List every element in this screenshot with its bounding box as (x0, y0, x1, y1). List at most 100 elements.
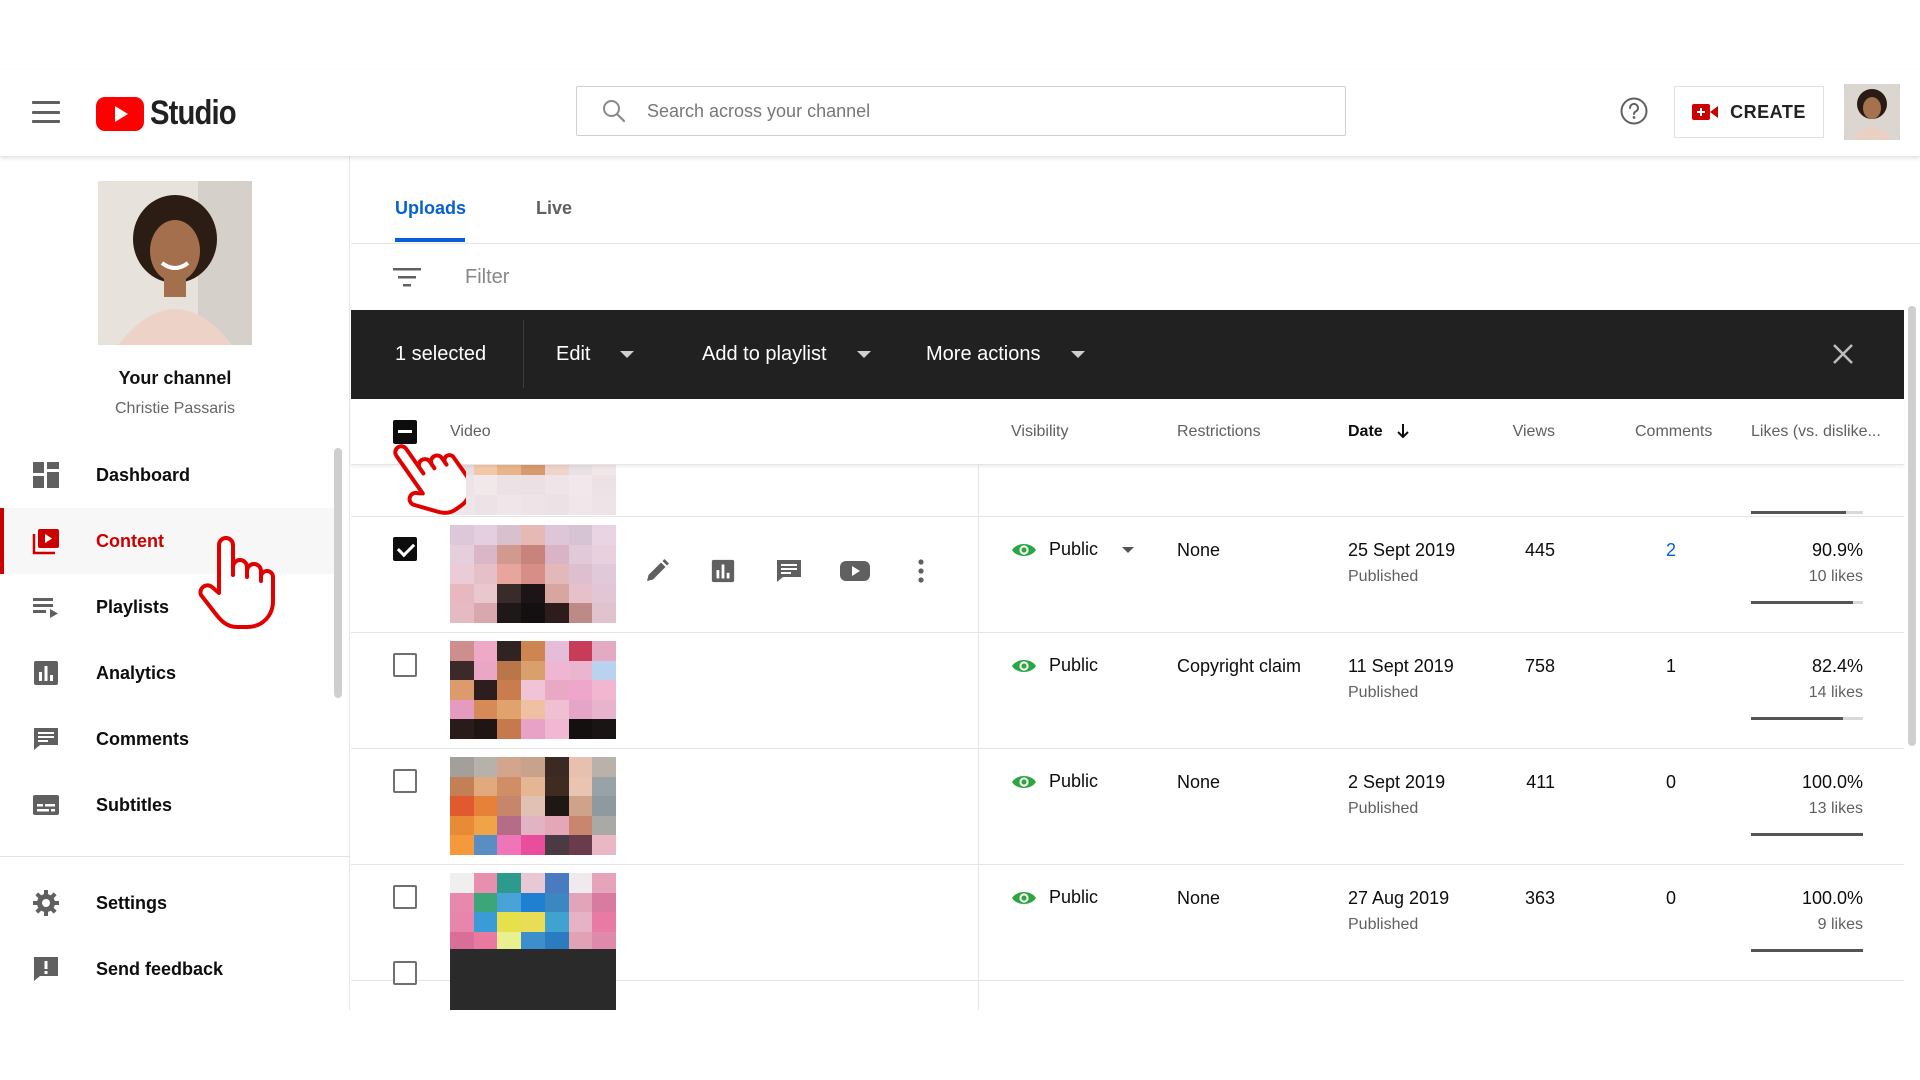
thumbnail-pixel (473, 680, 498, 700)
caret-down-icon (1070, 350, 1085, 358)
row-checkbox[interactable] (393, 769, 417, 793)
thumbnail-pixel (521, 835, 545, 855)
thumbnail-pixel (568, 660, 593, 681)
sidebar-item-subtitles[interactable]: Subtitles (0, 772, 340, 838)
video-thumbnail[interactable] (450, 525, 616, 623)
column-date[interactable]: Date (1348, 423, 1411, 441)
thumbnail-pixel (497, 525, 522, 545)
thumbnail-pixel (568, 892, 593, 913)
table-row[interactable]: Public Copyright claim 11 Sept 2019 Publ… (351, 633, 1904, 749)
column-views[interactable]: Views (1463, 423, 1555, 441)
eye-icon (1012, 543, 1036, 556)
table-row[interactable] (351, 465, 1904, 517)
sidebar-bottom-nav: Settings Send feedback (0, 870, 340, 1002)
filter-icon[interactable] (393, 266, 421, 288)
table-row[interactable] (351, 941, 1904, 1010)
column-likes[interactable]: Likes (vs. dislike... (1751, 423, 1881, 441)
tab-uploads[interactable]: Uploads (395, 198, 466, 219)
restrictions-value: Copyright claim (1177, 656, 1302, 676)
comments-value[interactable]: 2 (1651, 540, 1691, 561)
comments-button[interactable] (773, 555, 805, 587)
thumbnail-pixel (592, 719, 616, 739)
dashboard-icon (33, 462, 59, 488)
analytics-icon (711, 559, 735, 583)
video-thumbnail[interactable] (450, 641, 616, 739)
thumbnail-pixel (521, 757, 545, 777)
thumbnail-pixel (544, 912, 569, 932)
sidebar-item-comments[interactable]: Comments (0, 706, 340, 772)
channel-name: Christie Passaris (114, 400, 236, 417)
filter-input[interactable] (465, 260, 1065, 294)
sidebar-item-send-feedback[interactable]: Send feedback (0, 936, 340, 1002)
column-comments[interactable]: Comments (1635, 423, 1712, 441)
menu-icon[interactable] (32, 101, 60, 123)
sidebar-item-analytics[interactable]: Analytics (0, 640, 340, 706)
view-on-youtube-button[interactable] (839, 555, 871, 587)
thumbnail-pixel (521, 564, 545, 584)
row-checkbox[interactable] (393, 885, 417, 909)
content-icon (32, 529, 59, 555)
add-to-playlist-dropdown[interactable]: Add to playlist (702, 333, 871, 375)
edit-dropdown[interactable]: Edit (556, 333, 635, 375)
search-input[interactable] (647, 100, 1327, 122)
thumbnail-pixel (592, 465, 616, 475)
edit-details-button[interactable] (641, 555, 673, 587)
publish-status: Published (1348, 568, 1419, 585)
like-ratio-bar (1751, 601, 1863, 604)
channel-avatar[interactable] (98, 181, 252, 345)
content-panel: Uploads Live 1 selected Edit Add to play… (351, 156, 1920, 1010)
account-avatar[interactable] (1844, 84, 1900, 140)
table-row[interactable]: Public None 2 Sept 2019 Published 411 0 … (351, 749, 1904, 865)
thumbnail-pixel (473, 583, 498, 604)
thumbnail-pixel (592, 660, 616, 681)
thumbnail-pixel (568, 475, 593, 495)
thumbnail-pixel (473, 475, 498, 495)
sidebar-item-label: Dashboard (96, 464, 191, 485)
thumbnail-pixel (592, 873, 616, 893)
sidebar-scrollbar[interactable] (334, 448, 342, 698)
thumbnail-pixel (544, 544, 569, 565)
video-thumbnail[interactable] (450, 949, 616, 1010)
close-icon[interactable] (1829, 340, 1857, 368)
sidebar-item-settings[interactable]: Settings (0, 870, 340, 936)
caret-down-icon[interactable] (1122, 546, 1135, 553)
row-checkbox[interactable] (393, 653, 417, 677)
row-checkbox[interactable] (393, 961, 417, 985)
thumbnail-pixel (450, 796, 474, 816)
help-icon[interactable] (1619, 96, 1649, 126)
table-row[interactable]: Public None 25 Sept 2019 Published 445 2… (351, 517, 1904, 633)
thumbnail-pixel (544, 495, 569, 515)
video-thumbnail[interactable] (450, 757, 616, 855)
thumbnail-pixel (473, 912, 498, 932)
sidebar-item-content[interactable]: Content (0, 508, 340, 574)
restrictions-value: None (1177, 540, 1221, 560)
likes-percent: 100.0% (1801, 888, 1863, 908)
content-scrollbar[interactable] (1908, 306, 1916, 746)
thumbnail-pixel (497, 660, 522, 681)
thumbnail-pixel (497, 719, 522, 739)
video-thumbnail[interactable] (450, 465, 616, 515)
sidebar: Your channel Christie Passaris Dashboard… (0, 156, 350, 1010)
gear-icon (33, 890, 59, 916)
views-value: 758 (1524, 656, 1555, 676)
thumbnail-pixel (450, 912, 474, 932)
analytics-button[interactable] (707, 555, 739, 587)
create-button[interactable]: CREATE (1674, 86, 1824, 138)
column-visibility[interactable]: Visibility (1011, 423, 1069, 441)
studio-logo[interactable]: Studio (96, 94, 250, 133)
more-actions-dropdown[interactable]: More actions (926, 333, 1085, 375)
thumbnail-pixel (473, 835, 498, 855)
sidebar-item-dashboard[interactable]: Dashboard (0, 442, 340, 508)
row-checkbox[interactable] (393, 537, 417, 561)
likes-count: 10 likes (1808, 568, 1863, 585)
thumbnail-pixel (521, 544, 545, 565)
sidebar-item-playlists[interactable]: Playlists (0, 574, 340, 640)
thumbnail-pixel (497, 835, 522, 855)
visibility-cell[interactable]: Public (1011, 539, 1135, 560)
options-button[interactable] (905, 555, 937, 587)
tab-live[interactable]: Live (536, 198, 572, 219)
column-restrictions[interactable]: Restrictions (1177, 423, 1261, 441)
thumbnail-pixel (473, 544, 498, 565)
search-bar[interactable] (576, 86, 1346, 136)
thumbnail-pixel (473, 719, 498, 739)
